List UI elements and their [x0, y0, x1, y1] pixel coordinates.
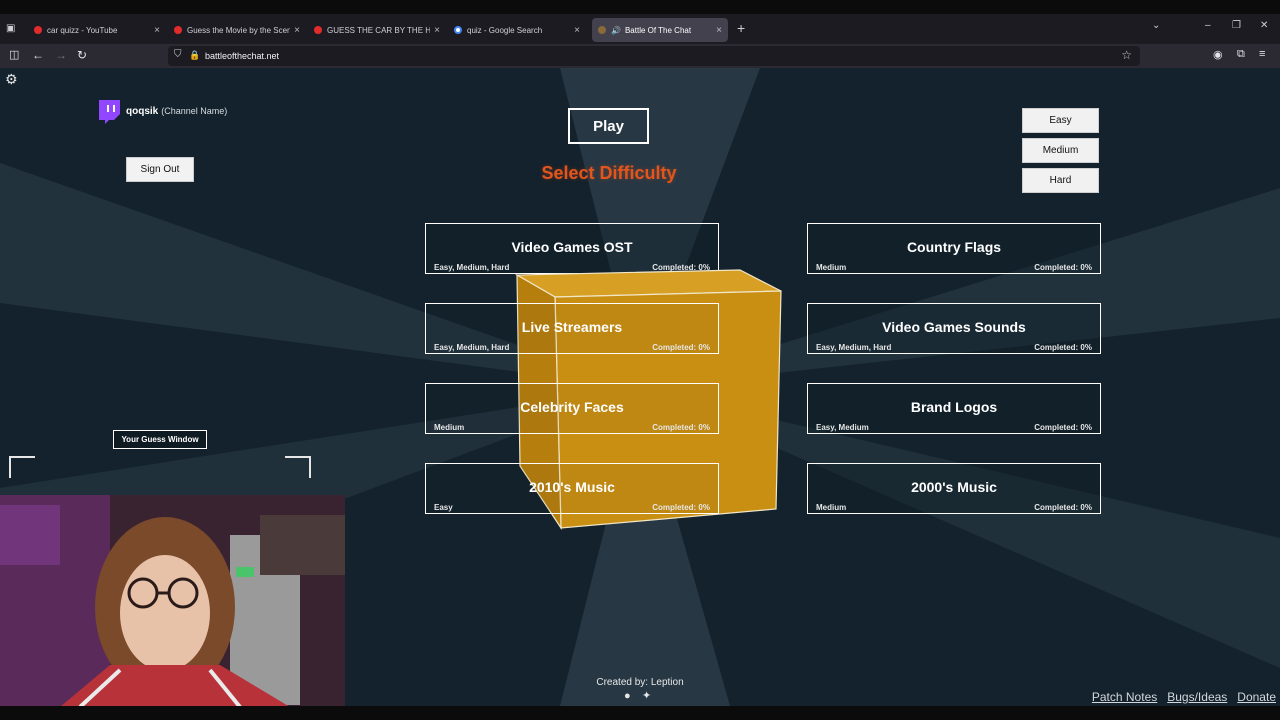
tab-title: quiz - Google Search: [467, 25, 543, 35]
bookmark-star-icon[interactable]: ☆: [1121, 48, 1132, 62]
category-celebrity-faces[interactable]: Celebrity Faces Medium Completed: 0%: [425, 383, 719, 434]
category-name: Celebrity Faces: [520, 399, 624, 415]
donate-link[interactable]: Donate: [1237, 690, 1276, 704]
social-links: ● ✦: [624, 690, 654, 702]
category-name: 2010's Music: [529, 479, 615, 495]
channel-name: qoqsik: [126, 105, 159, 117]
tab-bar: ▣ car quizz - YouTube × Guess the Movie …: [0, 14, 1280, 44]
category-video-games-ost[interactable]: Video Games OST Easy, Medium, Hard Compl…: [425, 223, 719, 274]
category-completed: Completed: 0%: [1034, 503, 1092, 512]
screen-bottom-strip: [0, 706, 1280, 720]
category-difficulties: Easy, Medium, Hard: [434, 263, 510, 272]
category-difficulties: Easy, Medium, Hard: [816, 343, 892, 352]
tab-battle-of-the-chat[interactable]: 🔊 Battle Of The Chat ×: [592, 18, 728, 42]
guess-window-label: Your Guess Window: [113, 430, 207, 449]
close-icon[interactable]: ×: [434, 25, 440, 36]
category-name: Video Games Sounds: [882, 319, 1026, 335]
category-2010s-music[interactable]: 2010's Music Easy Completed: 0%: [425, 463, 719, 514]
category-completed: Completed: 0%: [652, 423, 710, 432]
site-favicon-icon: [598, 26, 606, 34]
lock-icon[interactable]: 🔒: [189, 50, 200, 61]
category-completed: Completed: 0%: [1034, 423, 1092, 432]
back-icon[interactable]: ←: [32, 48, 44, 62]
gear-icon[interactable]: ⚙: [5, 72, 19, 86]
category-difficulties: Easy, Medium, Hard: [434, 343, 510, 352]
close-icon[interactable]: ×: [154, 25, 160, 36]
sign-out-button[interactable]: Sign Out: [126, 157, 194, 182]
category-completed: Completed: 0%: [1034, 263, 1092, 272]
new-tab-icon[interactable]: +: [737, 20, 745, 36]
patch-notes-link[interactable]: Patch Notes: [1092, 690, 1157, 704]
window-close-icon[interactable]: ✕: [1260, 20, 1268, 31]
guess-window-corner: [9, 456, 35, 478]
minimize-icon[interactable]: –: [1205, 20, 1211, 31]
tab-car-quizz[interactable]: car quizz - YouTube ×: [28, 18, 166, 42]
tab-title: GUESS THE CAR BY THE HEADL: [327, 25, 431, 35]
category-brand-logos[interactable]: Brand Logos Easy, Medium Completed: 0%: [807, 383, 1101, 434]
screen-top-strip: [0, 0, 1280, 14]
nav-bar: ◫ ← → ↻ ⛉ 🔒 battleofthechat.net ☆ ◉ ⧉ ≡: [0, 44, 1280, 68]
category-name: 2000's Music: [911, 479, 997, 495]
tab-google-search[interactable]: quiz - Google Search ×: [448, 18, 586, 42]
channel-tag: (Channel Name): [161, 106, 228, 116]
category-completed: Completed: 0%: [1034, 343, 1092, 352]
tab-title: Guess the Movie by the Scene |: [187, 25, 291, 35]
category-completed: Completed: 0%: [652, 263, 710, 272]
category-completed: Completed: 0%: [652, 503, 710, 512]
twitch-icon: [99, 100, 120, 124]
tab-guess-movie[interactable]: Guess the Movie by the Scene | ×: [168, 18, 306, 42]
hard-button[interactable]: Hard: [1022, 168, 1099, 193]
guess-window-corner: [285, 456, 311, 478]
menu-icon[interactable]: ≡: [1259, 48, 1265, 60]
category-country-flags[interactable]: Country Flags Medium Completed: 0%: [807, 223, 1101, 274]
channel-info: qoqsik (Channel Name): [96, 98, 227, 124]
category-live-streamers[interactable]: Live Streamers Easy, Medium, Hard Comple…: [425, 303, 719, 354]
credit-text: Created by: Leption: [596, 677, 684, 688]
footer-links: Patch Notes Bugs/Ideas Donate: [1092, 690, 1276, 704]
select-difficulty-heading: Select Difficulty: [541, 163, 677, 183]
category-difficulties: Medium: [816, 503, 847, 512]
twitter-icon[interactable]: ✦: [642, 690, 654, 702]
sidebar-icon[interactable]: ◫: [9, 48, 19, 61]
category-completed: Completed: 0%: [652, 343, 710, 352]
category-difficulties: Easy: [434, 503, 453, 512]
category-difficulties: Easy, Medium: [816, 423, 869, 432]
category-name: Live Streamers: [521, 319, 623, 335]
bugs-ideas-link[interactable]: Bugs/Ideas: [1167, 690, 1227, 704]
easy-button[interactable]: Easy: [1022, 108, 1099, 133]
shield-icon[interactable]: ⛉: [174, 49, 182, 60]
url-bar[interactable]: ⛉ 🔒 battleofthechat.net ☆: [168, 46, 1140, 66]
category-difficulties: Medium: [816, 263, 847, 272]
close-icon[interactable]: ×: [716, 25, 722, 36]
tab-title: Battle Of The Chat: [624, 25, 692, 35]
medium-button[interactable]: Medium: [1022, 138, 1099, 163]
tab-guess-car[interactable]: GUESS THE CAR BY THE HEADL ×: [308, 18, 446, 42]
youtube-icon: [34, 26, 42, 34]
youtube-icon: [314, 26, 322, 34]
close-icon[interactable]: ×: [574, 25, 580, 36]
google-icon: [454, 26, 462, 34]
youtube-icon: [174, 26, 182, 34]
webcam-overlay: [0, 495, 345, 706]
category-name: Video Games OST: [511, 239, 633, 255]
game-page: ⚙ qoqsik (Channel Name) Sign Out Play Se…: [0, 68, 1280, 706]
extensions-icon[interactable]: ⧉: [1237, 48, 1245, 61]
restore-icon[interactable]: ❐: [1232, 20, 1241, 31]
tab-list-icon[interactable]: ▣: [6, 23, 20, 37]
close-icon[interactable]: ×: [294, 25, 300, 36]
category-difficulties: Medium: [434, 423, 465, 432]
account-icon[interactable]: ◉: [1213, 48, 1223, 61]
play-button[interactable]: Play: [568, 108, 649, 144]
github-icon[interactable]: ●: [624, 690, 636, 702]
category-2000s-music[interactable]: 2000's Music Medium Completed: 0%: [807, 463, 1101, 514]
chevron-down-icon[interactable]: ⌄: [1152, 20, 1160, 31]
forward-icon[interactable]: →: [55, 48, 67, 62]
category-name: Country Flags: [906, 239, 1002, 255]
tab-title: car quizz - YouTube: [47, 25, 118, 35]
category-name: Brand Logos: [910, 399, 998, 415]
speaker-icon[interactable]: 🔊: [611, 26, 621, 35]
reload-icon[interactable]: ↻: [77, 48, 87, 62]
category-video-games-sounds[interactable]: Video Games Sounds Easy, Medium, Hard Co…: [807, 303, 1101, 354]
url-text[interactable]: battleofthechat.net: [205, 51, 279, 61]
